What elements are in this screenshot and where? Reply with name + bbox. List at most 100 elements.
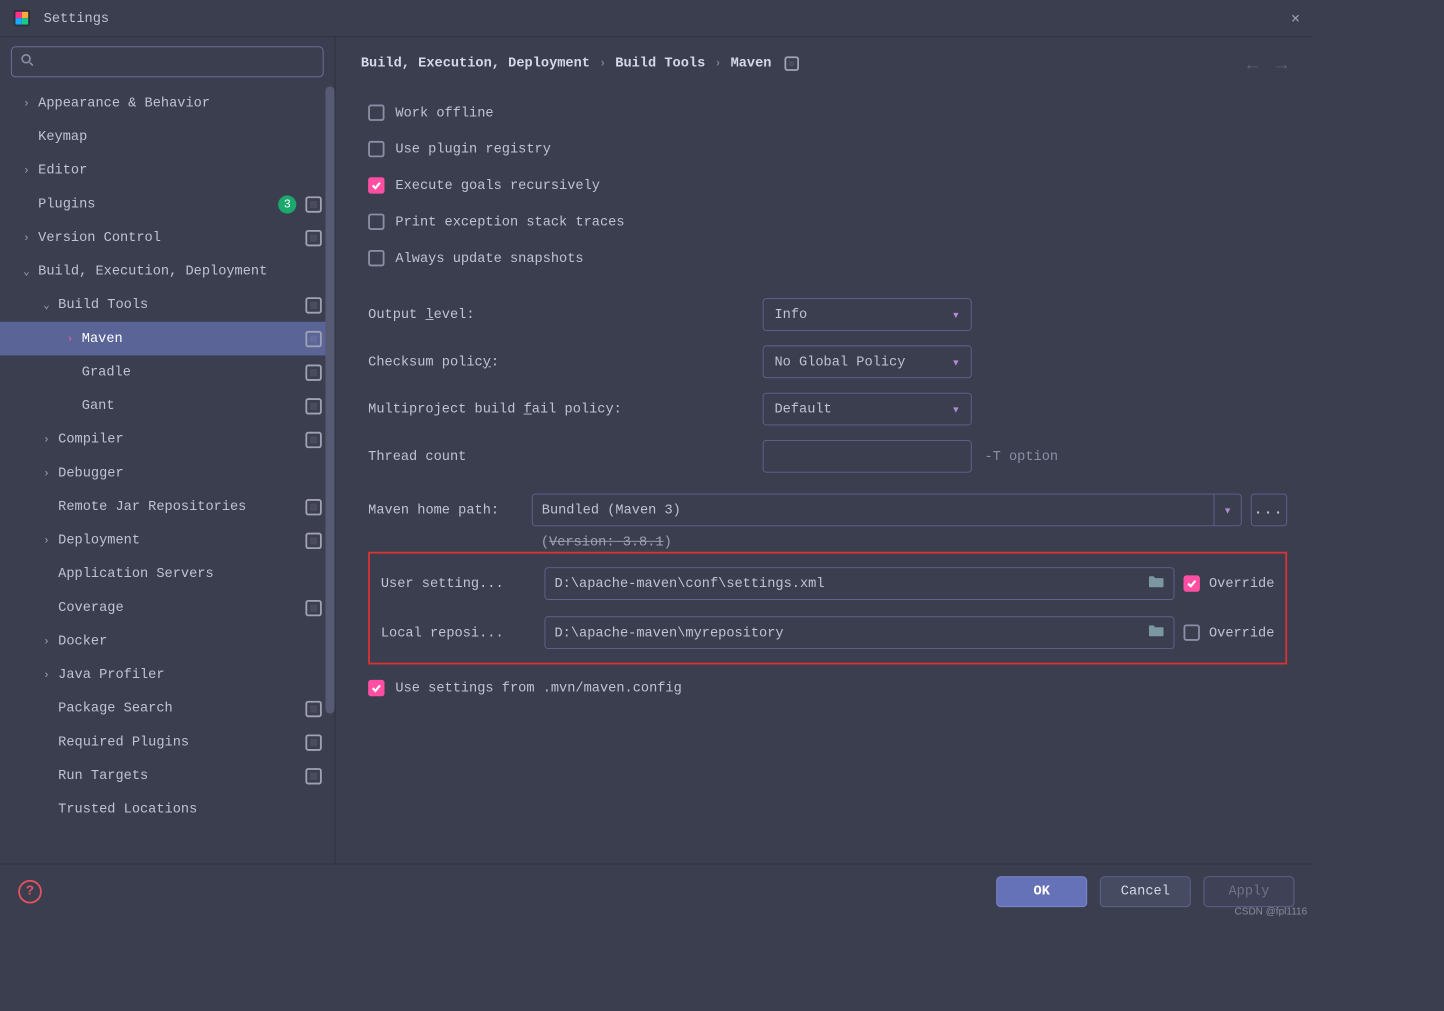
- sidebar-item-label: Build, Execution, Deployment: [38, 264, 322, 279]
- sidebar-item-application-servers[interactable]: ›Application Servers: [0, 557, 335, 591]
- checkbox-label[interactable]: Print exception stack traces: [395, 214, 624, 229]
- project-scope-icon: [305, 499, 321, 515]
- sidebar-item-label: Gant: [82, 398, 306, 413]
- output-level-select[interactable]: Info ▾: [763, 298, 972, 331]
- project-scope-icon: [305, 599, 321, 615]
- sidebar-item-editor[interactable]: › Editor: [0, 154, 335, 188]
- project-scope-icon: [305, 230, 321, 246]
- search-input[interactable]: [11, 46, 324, 77]
- sidebar-item-package-search[interactable]: ›Package Search: [0, 692, 335, 726]
- sidebar-item-appearance-behavior[interactable]: › Appearance & Behavior: [0, 86, 335, 120]
- sidebar-item-required-plugins[interactable]: ›Required Plugins: [0, 725, 335, 759]
- checkbox-label[interactable]: Execute goals recursively: [395, 178, 600, 193]
- sidebar-item-compiler[interactable]: ›Compiler: [0, 423, 335, 457]
- chevron-right-icon: ›: [40, 635, 53, 648]
- sidebar-item-label: Maven: [82, 331, 306, 346]
- breadcrumb-part[interactable]: Maven: [731, 55, 772, 70]
- sidebar-item-trusted-locations[interactable]: ›Trusted Locations: [0, 793, 335, 827]
- sidebar-item-label: Required Plugins: [58, 734, 305, 749]
- folder-icon[interactable]: [1148, 575, 1164, 592]
- sidebar-item-gradle[interactable]: ›Gradle: [0, 355, 335, 389]
- chevron-right-icon: ›: [64, 332, 77, 345]
- highlight-box: User setting... Override Local reposi...: [368, 552, 1287, 665]
- project-scope-icon: [305, 431, 321, 447]
- settings-tree[interactable]: ›Appearance & Behavior›Keymap›Editor›Plu…: [0, 86, 335, 863]
- thread-count-label: Thread count: [368, 449, 750, 464]
- sidebar-item-label: Gradle: [82, 365, 306, 380]
- nav-back-icon[interactable]: ←: [1247, 55, 1258, 76]
- sidebar-item-plugins[interactable]: ›Plugins3: [0, 187, 335, 221]
- checkbox-label[interactable]: Use plugin registry: [395, 141, 550, 156]
- sidebar-item-build-execution-deployment[interactable]: ⌄Build, Execution, Deployment: [0, 255, 335, 289]
- sidebar-item-java-profiler[interactable]: ›Java Profiler: [0, 658, 335, 692]
- sidebar-item-label: Version Control: [38, 230, 305, 245]
- use-plugin-registry-checkbox[interactable]: [368, 141, 384, 157]
- folder-icon[interactable]: [1148, 624, 1164, 641]
- breadcrumb: Build, Execution, Deployment › Build Too…: [361, 55, 1287, 70]
- override-label[interactable]: Override: [1209, 625, 1274, 640]
- project-scope-icon: [305, 700, 321, 716]
- checkbox-label[interactable]: Work offline: [395, 105, 493, 120]
- title-bar: Settings ✕: [0, 0, 1313, 36]
- checkbox-label[interactable]: Always update snapshots: [395, 250, 583, 265]
- sidebar-item-coverage[interactable]: ›Coverage: [0, 591, 335, 625]
- checksum-policy-select[interactable]: No Global Policy ▾: [763, 345, 972, 378]
- sidebar-item-label: Run Targets: [58, 768, 305, 783]
- window-title: Settings: [44, 10, 109, 25]
- thread-count-input[interactable]: [763, 440, 972, 473]
- nav-forward-icon[interactable]: →: [1276, 55, 1287, 76]
- select-value: No Global Policy: [774, 354, 905, 369]
- sidebar-item-maven[interactable]: › Maven: [0, 322, 335, 356]
- chevron-right-icon: ›: [714, 56, 721, 70]
- cancel-button[interactable]: Cancel: [1100, 876, 1191, 907]
- help-icon[interactable]: ?: [18, 879, 42, 903]
- local-repo-input[interactable]: [544, 616, 1174, 649]
- ok-button[interactable]: OK: [996, 876, 1087, 907]
- project-scope-icon: [305, 364, 321, 380]
- local-repo-label: Local reposi...: [381, 625, 536, 640]
- local-repo-override-checkbox[interactable]: [1184, 624, 1200, 640]
- breadcrumb-part[interactable]: Build, Execution, Deployment: [361, 55, 590, 70]
- override-label[interactable]: Override: [1209, 576, 1274, 591]
- close-icon[interactable]: ✕: [1291, 9, 1300, 27]
- chevron-right-icon: ›: [20, 97, 33, 110]
- sidebar-item-label: Appearance & Behavior: [38, 95, 322, 110]
- sidebar-item-label: Coverage: [58, 600, 305, 615]
- maven-version-text: (Version: 3.8.1): [541, 534, 1287, 549]
- project-scope-icon: [305, 734, 321, 750]
- sidebar-item-remote-jar-repositories[interactable]: ›Remote Jar Repositories: [0, 490, 335, 524]
- sidebar-item-label: Editor: [38, 163, 322, 178]
- update-snapshots-checkbox[interactable]: [368, 250, 384, 266]
- sidebar-item-docker[interactable]: ›Docker: [0, 624, 335, 658]
- user-settings-input[interactable]: [544, 567, 1174, 600]
- fail-policy-select[interactable]: Default ▾: [763, 393, 972, 426]
- sidebar-item-label: Compiler: [58, 432, 305, 447]
- select-value: Bundled (Maven 3): [542, 502, 1206, 517]
- sidebar-item-gant[interactable]: ›Gant: [0, 389, 335, 423]
- chevron-right-icon: ›: [599, 56, 606, 70]
- sidebar-item-run-targets[interactable]: ›Run Targets: [0, 759, 335, 793]
- output-level-label: Output level:: [368, 307, 750, 322]
- sidebar-item-build-tools[interactable]: ⌄Build Tools: [0, 288, 335, 322]
- scrollbar-thumb[interactable]: [325, 86, 334, 713]
- use-mvn-config-checkbox[interactable]: [368, 680, 384, 696]
- maven-home-select[interactable]: Bundled (Maven 3) ▾: [532, 494, 1242, 527]
- sidebar-item-deployment[interactable]: ›Deployment: [0, 524, 335, 558]
- maven-home-browse-button[interactable]: ...: [1251, 494, 1287, 527]
- project-scope-icon: [305, 297, 321, 313]
- settings-sidebar: ›Appearance & Behavior›Keymap›Editor›Plu…: [0, 37, 335, 863]
- sidebar-item-debugger[interactable]: ›Debugger: [0, 456, 335, 490]
- chevron-down-icon: ⌄: [40, 298, 53, 312]
- print-stack-traces-checkbox[interactable]: [368, 214, 384, 230]
- execute-recursively-checkbox[interactable]: [368, 177, 384, 193]
- sidebar-item-keymap[interactable]: ›Keymap: [0, 120, 335, 154]
- user-settings-override-checkbox[interactable]: [1184, 575, 1200, 591]
- breadcrumb-part[interactable]: Build Tools: [615, 55, 705, 70]
- checkbox-label[interactable]: Use settings from .mvn/maven.config: [395, 680, 681, 695]
- app-icon: [13, 9, 31, 27]
- sidebar-item-version-control[interactable]: ›Version Control: [0, 221, 335, 255]
- chevron-right-icon: ›: [20, 164, 33, 177]
- work-offline-checkbox[interactable]: [368, 105, 384, 121]
- dialog-footer: ? OK Cancel Apply: [0, 864, 1313, 919]
- sidebar-item-label: Plugins: [38, 196, 278, 211]
